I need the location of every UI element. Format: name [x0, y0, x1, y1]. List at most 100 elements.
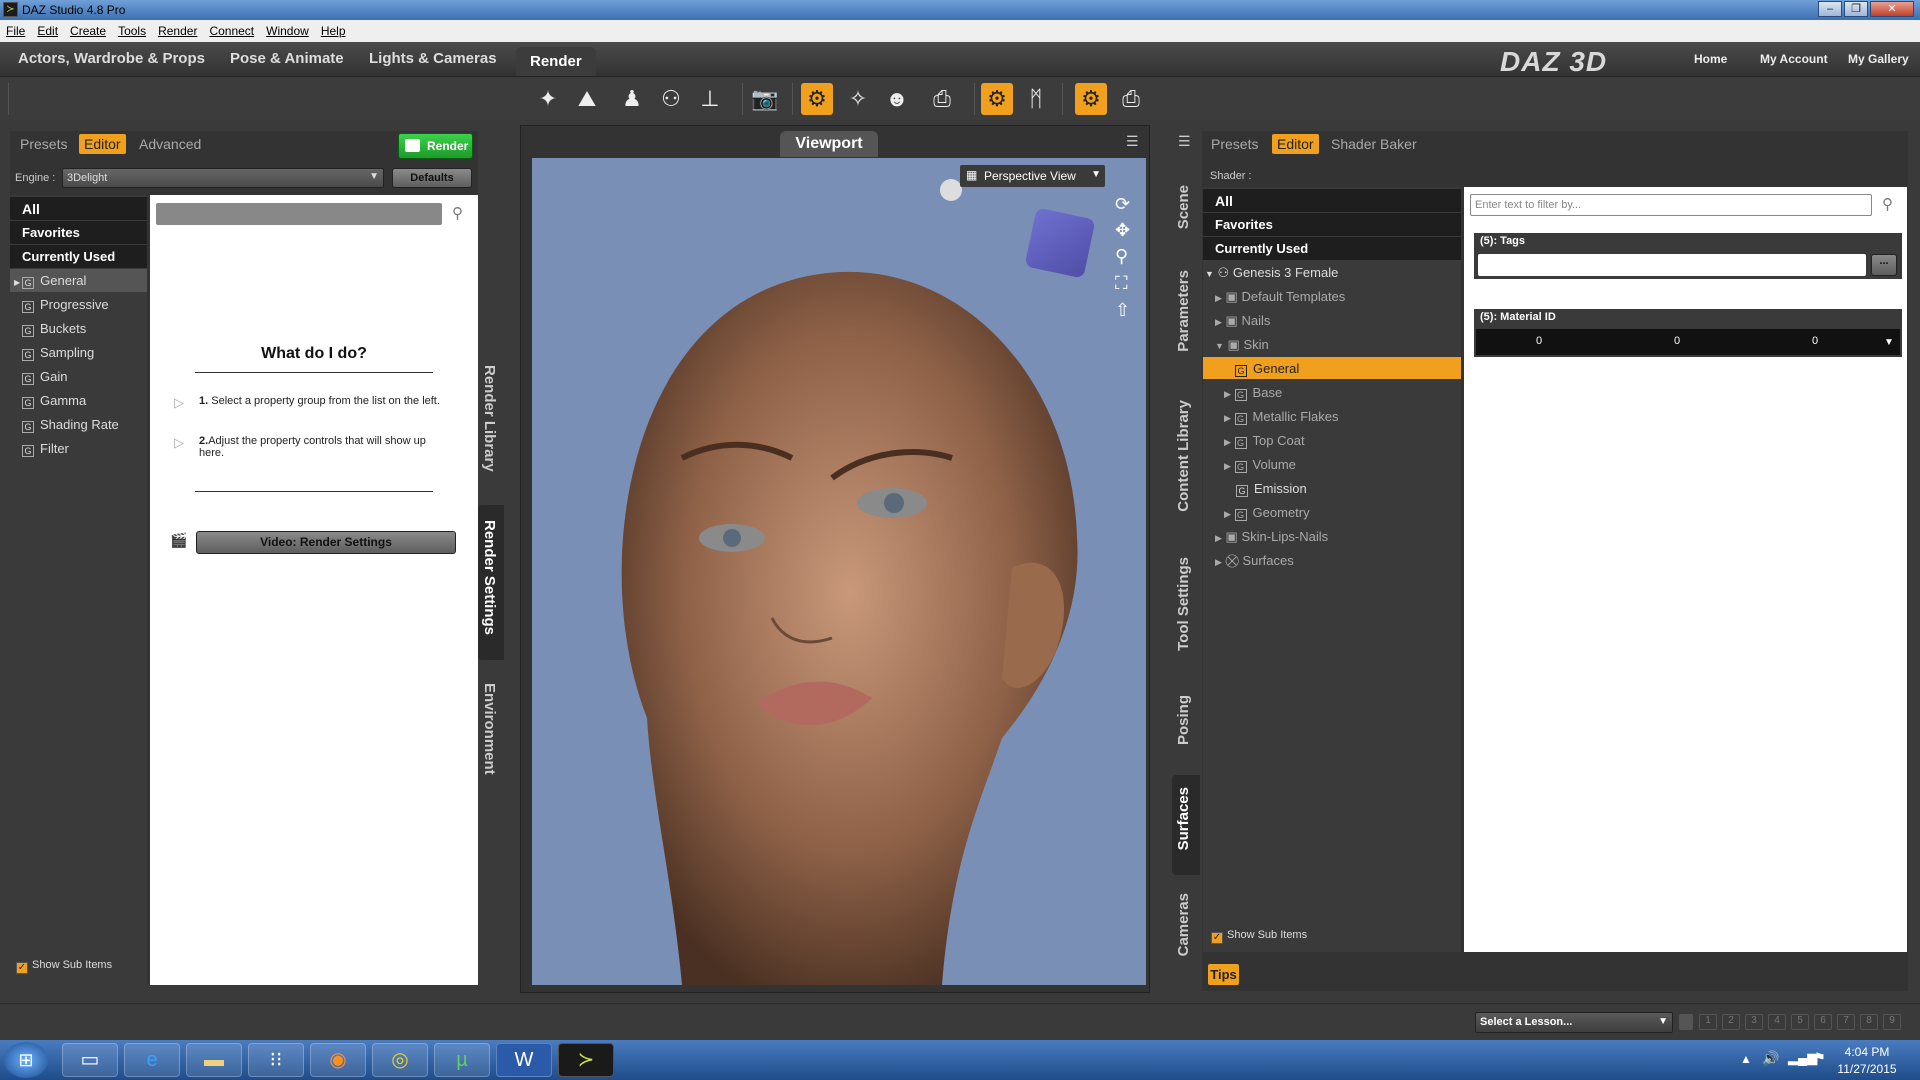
- word-icon[interactable]: W: [496, 1043, 552, 1077]
- my-gallery-link[interactable]: My Gallery: [1848, 52, 1909, 66]
- camera-icon[interactable]: 📷: [749, 83, 781, 115]
- firefox-icon[interactable]: ◉: [310, 1043, 366, 1077]
- tree-surfaces[interactable]: ▶ ⛒ Surfaces: [1215, 549, 1294, 572]
- page-2-button[interactable]: 2: [1722, 1014, 1740, 1030]
- menu-connect[interactable]: Connect: [203, 20, 260, 38]
- light-tool-icon[interactable]: ✦: [532, 83, 564, 115]
- group-shading-rate[interactable]: G Shading Rate: [10, 413, 119, 436]
- tree-skin[interactable]: ▼ ▣ Skin: [1215, 333, 1269, 356]
- render-settings-icon[interactable]: ⚙: [801, 83, 833, 115]
- viewport-canvas[interactable]: ▦ Perspective View ▼ ⟳ ✥ ⚲ ⛶ ⇧: [532, 158, 1146, 985]
- show-sub-items-checkbox[interactable]: ✓ Show Sub Items: [1211, 929, 1307, 944]
- group-gamma[interactable]: G Gamma: [10, 389, 86, 412]
- iray-icon[interactable]: ⚙: [981, 83, 1013, 115]
- side-tab-posing[interactable]: Posing: [1175, 695, 1192, 745]
- tab-render[interactable]: Render: [516, 47, 596, 76]
- render-button[interactable]: Render: [398, 133, 473, 159]
- figure-props-icon[interactable]: ⚇: [655, 83, 687, 115]
- side-tab-cameras[interactable]: Cameras: [1175, 893, 1192, 956]
- page-4-button[interactable]: 4: [1768, 1014, 1786, 1030]
- render-tool-icon[interactable]: ✧: [842, 83, 874, 115]
- side-tab-environment[interactable]: Environment: [481, 683, 498, 775]
- folder-icon[interactable]: ▬: [186, 1043, 242, 1077]
- minimize-button[interactable]: –: [1818, 1, 1842, 17]
- side-tab-render-library[interactable]: Render Library: [481, 365, 498, 472]
- defaults-button[interactable]: Defaults: [392, 168, 472, 188]
- reset-icon[interactable]: ⇧: [1115, 300, 1130, 321]
- tab-presets[interactable]: Presets: [20, 136, 67, 152]
- category-all[interactable]: All: [10, 197, 147, 220]
- menu-window[interactable]: Window: [260, 20, 315, 38]
- menu-tools[interactable]: Tools: [112, 20, 152, 38]
- group-buckets[interactable]: G Buckets: [10, 317, 86, 340]
- action-center-icon[interactable]: ⚑: [1814, 1050, 1826, 1066]
- frame-icon[interactable]: ⛶: [1115, 273, 1128, 294]
- tree-skin-volume[interactable]: ▶ G Volume: [1224, 453, 1296, 476]
- network-icon[interactable]: ▂▄▆: [1788, 1050, 1817, 1066]
- figure-render-icon[interactable]: ☻: [881, 83, 913, 115]
- view-cube[interactable]: [1024, 207, 1096, 279]
- search-icon[interactable]: ⚲: [1882, 195, 1893, 213]
- group-gain[interactable]: G Gain: [10, 365, 67, 388]
- menu-help[interactable]: Help: [315, 20, 352, 38]
- menu-render[interactable]: Render: [152, 20, 203, 38]
- menu-edit[interactable]: Edit: [31, 20, 64, 38]
- daz-studio-icon[interactable]: ≻: [558, 1043, 614, 1077]
- filter-input[interactable]: Enter text to filter by...: [1470, 194, 1872, 216]
- close-button[interactable]: ✕: [1870, 1, 1914, 17]
- restore-button[interactable]: ❐: [1844, 1, 1868, 17]
- page-7-button[interactable]: 7: [1837, 1014, 1855, 1030]
- material-id-field[interactable]: 0 0 0 ▼: [1474, 327, 1902, 357]
- page-9-button[interactable]: 9: [1883, 1014, 1901, 1030]
- page-6-button[interactable]: 6: [1814, 1014, 1832, 1030]
- side-tab-tool-settings[interactable]: Tool Settings: [1175, 557, 1192, 651]
- tags-input[interactable]: [1478, 254, 1866, 276]
- side-tab-surfaces[interactable]: Surfaces: [1175, 787, 1192, 850]
- category-currently-used[interactable]: Currently Used: [10, 245, 147, 268]
- tree-skin-geometry[interactable]: ▶ G Geometry: [1224, 501, 1310, 524]
- category-favorites[interactable]: Favorites: [10, 221, 147, 244]
- tray-arrow-icon[interactable]: ▲: [1740, 1052, 1752, 1066]
- tree-skin-metallic-flakes[interactable]: ▶ G Metallic Flakes: [1224, 405, 1339, 428]
- tree-nails[interactable]: ▶ ▣ Nails: [1215, 309, 1270, 332]
- filter-input[interactable]: [156, 203, 442, 225]
- tree-skin-general[interactable]: G General: [1203, 357, 1461, 379]
- tree-default-templates[interactable]: ▶ ▣ Default Templates: [1215, 285, 1345, 308]
- category-all[interactable]: All: [1203, 189, 1461, 212]
- home-link[interactable]: Home: [1694, 52, 1727, 66]
- page-1-button[interactable]: 1: [1699, 1014, 1717, 1030]
- engine-select[interactable]: 3Delight ▼: [62, 168, 384, 188]
- tree-skin-top-coat[interactable]: ▶ G Top Coat: [1224, 429, 1305, 452]
- clock-date[interactable]: 11/27/2015: [1836, 1062, 1898, 1076]
- menu-file[interactable]: File: [0, 20, 31, 38]
- zoom-icon[interactable]: ⚲: [1115, 246, 1128, 267]
- side-tab-render-settings[interactable]: Render Settings: [481, 520, 498, 635]
- page-5-button[interactable]: 5: [1791, 1014, 1809, 1030]
- viewport-menu-icon[interactable]: ☰: [1126, 133, 1139, 150]
- tab-lights-cameras[interactable]: Lights & Cameras: [369, 50, 497, 67]
- page-3-button[interactable]: 3: [1745, 1014, 1763, 1030]
- material-id-header[interactable]: (5): Material ID: [1474, 309, 1902, 327]
- camera-render-icon[interactable]: ⎙: [926, 83, 958, 115]
- side-tab-scene[interactable]: Scene: [1175, 185, 1192, 229]
- category-currently-used[interactable]: Currently Used: [1203, 237, 1461, 260]
- group-sampling[interactable]: G Sampling: [10, 341, 94, 364]
- perspective-view-select[interactable]: ▦ Perspective View ▼: [960, 165, 1105, 187]
- render-camera-icon[interactable]: ⎙: [1115, 83, 1147, 115]
- clock-time[interactable]: 4:04 PM: [1836, 1045, 1898, 1059]
- tree-genesis-3-female[interactable]: ▼ ⚇ Genesis 3 Female: [1205, 261, 1338, 284]
- tags-header[interactable]: (5): Tags: [1474, 233, 1902, 251]
- lesson-select[interactable]: Select a Lesson... ▼: [1475, 1012, 1673, 1033]
- tips-button[interactable]: Tips: [1208, 964, 1239, 985]
- group-progressive[interactable]: G Progressive: [10, 293, 109, 316]
- group-general[interactable]: ▶ G General: [10, 269, 147, 292]
- tab-shader-baker[interactable]: Shader Baker: [1331, 136, 1417, 152]
- my-account-link[interactable]: My Account: [1760, 52, 1828, 66]
- figure-icon[interactable]: ♟: [616, 83, 648, 115]
- tab-editor[interactable]: Editor: [79, 134, 126, 154]
- environment-icon[interactable]: ⛰: [571, 83, 603, 115]
- tab-editor[interactable]: Editor: [1272, 134, 1319, 154]
- pan-icon[interactable]: ✥: [1115, 220, 1130, 241]
- tab-presets[interactable]: Presets: [1211, 136, 1258, 152]
- utorrent-icon[interactable]: µ: [434, 1043, 490, 1077]
